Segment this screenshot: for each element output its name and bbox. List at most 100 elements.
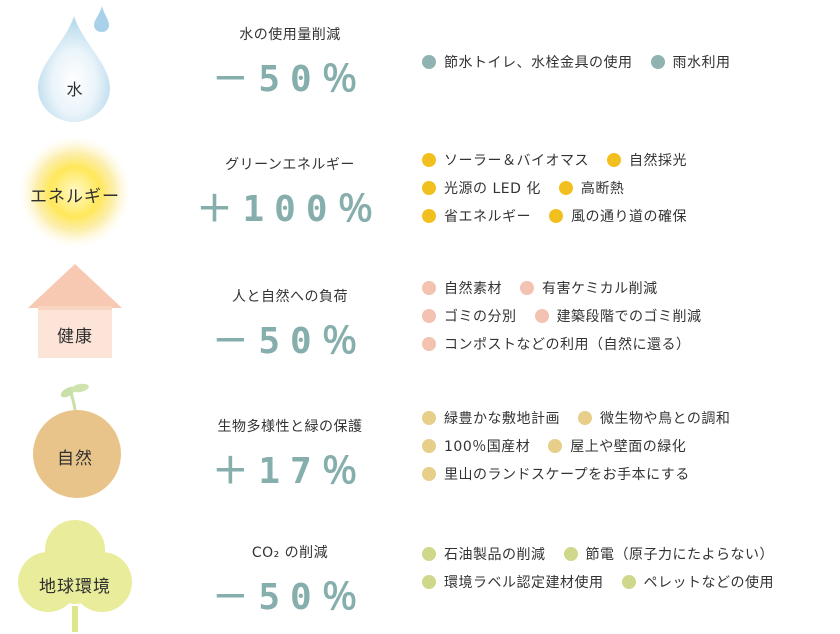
list-item: 環境ラベル認定建材使用 — [422, 572, 604, 592]
icon-label-energy: エネルギー — [30, 187, 120, 207]
metric-label: 水の使用量削減 — [239, 27, 341, 43]
list-item: 節電（原子力にたよらない） — [563, 544, 775, 564]
item-line: 石油製品の削減 節電（原子力にたよらない） — [422, 540, 840, 568]
metric-value: －50％ — [212, 59, 368, 100]
item-line: 省エネルギー 風の通り道の確保 — [422, 202, 840, 230]
list-item: ペレットなどの使用 — [621, 572, 775, 592]
row-nature: 自然 生物多様性と緑の保護 ＋17％ 緑豊かな敷地計画 微生物や鳥との調和 10… — [0, 382, 840, 508]
list-item: 里山のランドスケープをお手本にする — [422, 464, 690, 484]
nature-icon-wrap: 自然 — [14, 382, 136, 502]
item-line: 光源の LED 化 高断熱 — [422, 174, 840, 202]
item-text: 緑豊かな敷地計画 — [444, 411, 560, 427]
list-item: 屋上や壁面の緑化 — [548, 436, 686, 456]
energy-icon-wrap: エネルギー — [14, 132, 136, 252]
bullet-dot — [549, 209, 563, 223]
metric-value: ＋17％ — [212, 451, 368, 492]
bullet-dot — [621, 575, 636, 589]
bullet-dot — [422, 411, 436, 425]
item-text: 自然素材 — [444, 281, 502, 297]
row-earth: 地球環境 CO₂ の削減 －50％ 石油製品の削減 節電（原子力にたよらない） … — [0, 508, 840, 634]
item-line: 100％国産材 屋上や壁面の緑化 — [422, 432, 840, 460]
row-health: 健康 人と自然への負荷 －50％ 自然素材 有害ケミカル削減 ゴミの分別 建築段… — [0, 256, 840, 382]
bullet-dot — [607, 153, 621, 167]
water-icon-wrap: 水 — [14, 4, 136, 124]
list-item: ゴミの分別 — [422, 306, 517, 326]
metric-water: 水の使用量削減 －50％ — [190, 24, 390, 102]
item-text: コンポストなどの利用（自然に還る） — [444, 337, 691, 353]
item-text: 光源の LED 化 — [444, 181, 541, 197]
item-line: 里山のランドスケープをお手本にする — [422, 460, 840, 488]
list-item: 節水トイレ、水栓金具の使用 — [422, 52, 633, 72]
sprout-icon — [33, 383, 121, 498]
item-line: 節水トイレ、水栓金具の使用 雨水利用 — [422, 48, 840, 76]
item-line: ゴミの分別 建築段階でのゴミ削減 — [422, 302, 840, 330]
item-text: 節水トイレ、水栓金具の使用 — [444, 55, 633, 71]
metric-nature: 生物多様性と緑の保護 ＋17％ — [190, 416, 390, 494]
bullet-dot — [520, 281, 534, 295]
item-text: 屋上や壁面の緑化 — [570, 439, 687, 455]
list-item: 雨水利用 — [650, 52, 731, 72]
list-item: 緑豊かな敷地計画 — [422, 408, 560, 428]
icon-label-earth: 地球環境 — [39, 577, 111, 597]
bullet-dot — [548, 439, 563, 453]
metric-label: 生物多様性と緑の保護 — [217, 419, 363, 435]
bullet-dot — [422, 575, 436, 589]
bullet-dot — [422, 337, 436, 351]
items-energy: ソーラー＆バイオマス 自然採光 光源の LED 化 高断熱 省エネルギー 風の通… — [422, 146, 840, 230]
item-text: 節電（原子力にたよらない） — [585, 547, 774, 563]
row-energy: エネルギー グリーンエネルギー ＋100％ ソーラー＆バイオマス 自然採光 光源… — [0, 128, 840, 254]
item-text: 風の通り道の確保 — [571, 209, 687, 225]
list-item: 石油製品の削減 — [422, 544, 546, 564]
item-text: 100％国産材 — [444, 439, 531, 455]
row-water: 水 水の使用量削減 －50％ 節水トイレ、水栓金具の使用 雨水利用 — [0, 0, 840, 126]
item-text: 環境ラベル認定建材使用 — [444, 575, 604, 591]
item-text: ソーラー＆バイオマス — [444, 153, 589, 169]
item-text: 高断熱 — [580, 181, 625, 197]
bullet-dot — [422, 153, 436, 167]
bullet-dot — [563, 547, 578, 561]
bullet-dot — [422, 55, 436, 69]
metric-energy: グリーンエネルギー ＋100％ — [190, 154, 390, 232]
metric-label: CO₂ の削減 — [251, 545, 329, 561]
metric-value: ＋100％ — [196, 189, 384, 230]
bullet-dot — [534, 309, 549, 323]
bullet-dot — [650, 55, 665, 69]
icon-label-nature: 自然 — [57, 449, 93, 469]
list-item: 風の通り道の確保 — [549, 206, 687, 226]
bullet-dot — [422, 309, 436, 323]
item-line: ソーラー＆バイオマス 自然採光 — [422, 146, 840, 174]
bullet-dot — [578, 411, 592, 425]
metric-label: グリーンエネルギー — [225, 157, 355, 173]
list-item: 省エネルギー — [422, 206, 531, 226]
item-text: 省エネルギー — [444, 209, 531, 225]
items-water: 節水トイレ、水栓金具の使用 雨水利用 — [422, 48, 840, 76]
metric-label: 人と自然への負荷 — [232, 289, 348, 305]
list-item: 自然採光 — [607, 150, 687, 170]
metric-value: －50％ — [212, 321, 368, 362]
list-item: 自然素材 — [422, 278, 502, 298]
house-icon — [28, 264, 122, 358]
items-nature: 緑豊かな敷地計画 微生物や鳥との調和 100％国産材 屋上や壁面の緑化 里山のラ… — [422, 404, 840, 488]
list-item: コンポストなどの利用（自然に還る） — [422, 334, 691, 354]
list-item: 建築段階でのゴミ削減 — [534, 306, 702, 326]
item-text: ゴミの分別 — [444, 309, 517, 325]
item-text: 有害ケミカル削減 — [542, 281, 658, 297]
earth-icon-wrap: 地球環境 — [14, 510, 136, 632]
bullet-dot — [422, 281, 436, 295]
bullet-dot — [422, 467, 436, 481]
item-text: 石油製品の削減 — [444, 547, 546, 563]
list-item: 光源の LED 化 — [422, 178, 541, 198]
metric-earth: CO₂ の削減 －50％ — [190, 542, 390, 620]
list-item: 100％国産材 — [422, 436, 530, 456]
item-line: コンポストなどの利用（自然に還る） — [422, 330, 840, 358]
list-item: ソーラー＆バイオマス — [422, 150, 589, 170]
item-text: ペレットなどの使用 — [643, 575, 774, 591]
item-text: 建築段階でのゴミ削減 — [556, 309, 702, 325]
bullet-dot — [422, 439, 436, 453]
item-line: 自然素材 有害ケミカル削減 — [422, 274, 840, 302]
bullet-dot — [422, 209, 436, 223]
icon-label-water: 水 — [66, 80, 84, 99]
bullet-dot — [422, 547, 436, 561]
item-text: 微生物や鳥との調和 — [600, 411, 731, 427]
list-item: 有害ケミカル削減 — [520, 278, 658, 298]
